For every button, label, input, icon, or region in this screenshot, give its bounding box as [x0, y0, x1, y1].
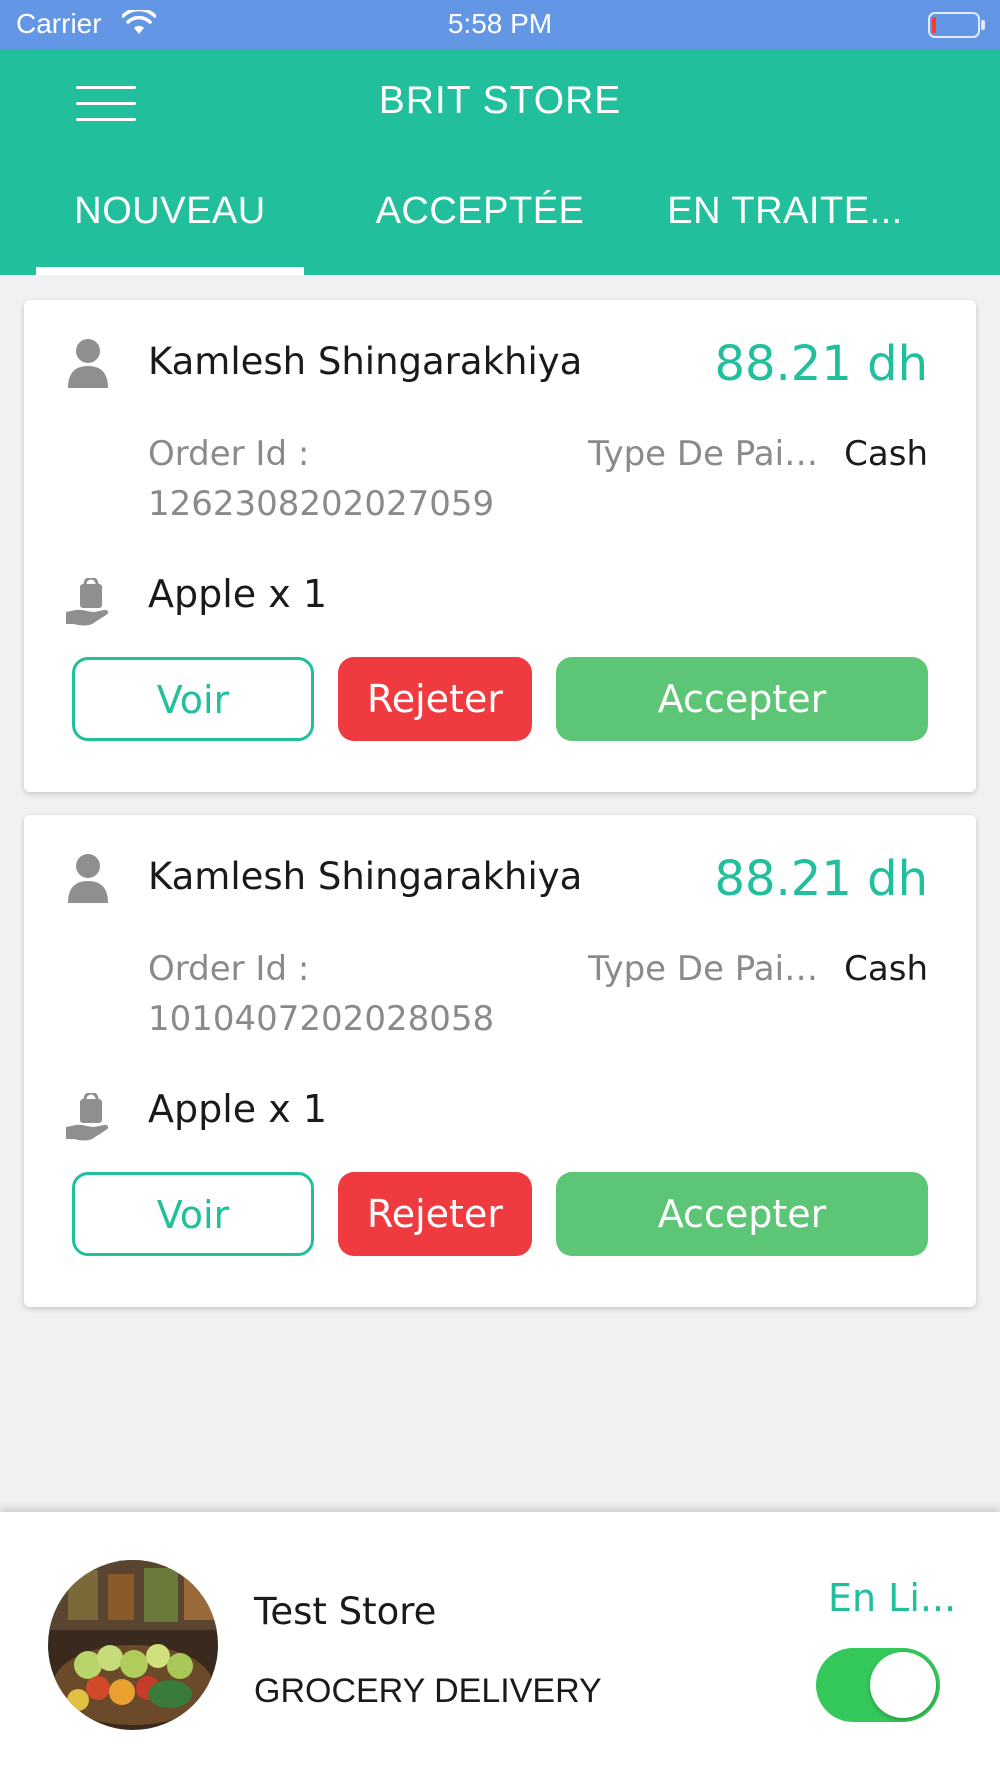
status-time: 5:58 PM: [447, 8, 553, 39]
payment-type-label: Type De Paiement: [588, 434, 838, 474]
order-item: Apple x 1: [148, 1087, 327, 1131]
store-name: Test Store: [254, 1590, 437, 1633]
order-id-value: 1010407202028058: [148, 999, 495, 1039]
store-panel: Test Store GROCERY DELIVERY En Li...: [0, 1512, 1000, 1778]
order-amount: 88.21 dh: [714, 336, 928, 392]
user-icon: [68, 854, 108, 903]
reject-button[interactable]: Rejeter: [338, 657, 532, 741]
active-tab-indicator: [36, 267, 304, 275]
shopping-bag-hand-icon: [66, 1093, 109, 1141]
customer-name: Kamlesh Shingarakhiya: [148, 855, 583, 898]
order-card: Kamlesh Shingarakhiya 88.21 dh Order Id …: [24, 815, 976, 1307]
order-id-label: Order Id :: [148, 434, 310, 474]
order-id-value: 1262308202027059: [148, 484, 495, 524]
customer-name: Kamlesh Shingarakhiya: [148, 340, 583, 383]
app-title: BRIT STORE: [378, 79, 622, 122]
tab-acceptee[interactable]: ACCEPTÉE: [344, 186, 616, 275]
app-header: BRIT STORE NOUVEAU ACCEPTÉE EN TRAITE...: [0, 49, 1000, 275]
online-toggle[interactable]: [816, 1648, 940, 1722]
tab-nouveau[interactable]: NOUVEAU: [36, 186, 304, 275]
view-button[interactable]: Voir: [72, 1172, 314, 1256]
store-type: GROCERY DELIVERY: [254, 1672, 602, 1710]
order-amount: 88.21 dh: [714, 851, 928, 907]
accept-button[interactable]: Accepter: [556, 1172, 928, 1256]
order-card: Kamlesh Shingarakhiya 88.21 dh Order Id …: [24, 300, 976, 792]
battery-icon: [928, 12, 985, 38]
user-icon: [68, 339, 108, 388]
tab-bar: NOUVEAU ACCEPTÉE EN TRAITE...: [0, 186, 1000, 275]
payment-type-value: Cash: [844, 949, 928, 989]
order-item: Apple x 1: [148, 572, 327, 616]
online-status-label: En Li...: [828, 1576, 957, 1620]
tab-en-traitement[interactable]: EN TRAITE...: [650, 186, 920, 275]
view-button[interactable]: Voir: [72, 657, 314, 741]
status-bar: Carrier 5:58 PM: [0, 0, 1000, 49]
payment-type-label: Type De Paiement: [588, 949, 838, 989]
shopping-bag-hand-icon: [66, 578, 109, 626]
order-id-label: Order Id :: [148, 949, 310, 989]
payment-type-value: Cash: [844, 434, 928, 474]
toggle-knob: [870, 1652, 936, 1718]
reject-button[interactable]: Rejeter: [338, 1172, 532, 1256]
accept-button[interactable]: Accepter: [556, 657, 928, 741]
store-avatar: [48, 1560, 218, 1730]
